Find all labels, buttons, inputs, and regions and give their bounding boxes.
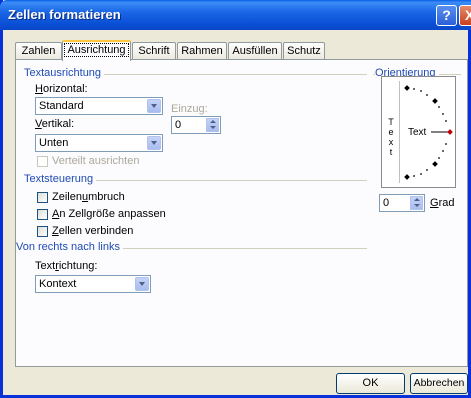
tab-schutz[interactable]: Schutz xyxy=(283,42,325,59)
title-bar[interactable]: Zellen formatieren ? X xyxy=(0,0,471,30)
tab-zahlen[interactable]: Zahlen xyxy=(15,42,62,59)
angle-handle xyxy=(447,129,453,135)
dial-marker-minus45 xyxy=(432,161,438,167)
verbinden-label: Zellen verbinden xyxy=(52,225,134,237)
einzug-spinner[interactable]: 0 xyxy=(171,116,221,134)
group-label-textsteuerung: Textsteuerung xyxy=(24,173,97,185)
einzug-label: Einzug: xyxy=(171,103,208,115)
zeilenumbruch-label: Zeilenumbruch xyxy=(52,191,125,203)
tab-ausrichtung[interactable]: Ausrichtung xyxy=(62,40,131,61)
close-button[interactable]: X xyxy=(459,5,471,26)
tab-ausfuellen[interactable]: Ausfüllen xyxy=(228,42,282,59)
einzug-value: 0 xyxy=(175,119,182,131)
window-title: Zellen formatieren xyxy=(8,7,121,22)
format-cells-dialog: Zellen formatieren ? X Zahlen Ausrichtun… xyxy=(0,0,471,398)
verbinden-checkbox[interactable] xyxy=(37,226,48,237)
tab-rahmen[interactable]: Rahmen xyxy=(177,42,227,59)
anpassen-label: An Zellgröße anpassen xyxy=(52,208,166,220)
vertikal-value: Unten xyxy=(39,137,69,149)
textrichtung-label: Textrichtung: xyxy=(35,260,98,272)
horizontal-label: Horizontal: xyxy=(35,83,88,95)
tab-schrift[interactable]: Schrift xyxy=(132,42,176,59)
dial-marker-minus90 xyxy=(404,174,410,180)
group-label-rtl: Von rechts nach links xyxy=(16,241,123,253)
dial-marker-45 xyxy=(432,98,438,104)
grad-value: 0 xyxy=(383,197,390,209)
orientation-dial[interactable]: Text xyxy=(400,79,456,187)
tab-panel-ausrichtung: Textausrichtung Horizontal: Standard Ein… xyxy=(15,59,468,367)
vertical-text-sample[interactable]: T e x t xyxy=(387,117,395,157)
help-button[interactable]: ? xyxy=(436,5,457,26)
horizontal-select[interactable]: Standard xyxy=(35,97,163,115)
anpassen-checkbox[interactable] xyxy=(37,209,48,220)
dial-marker-90 xyxy=(404,85,410,91)
chevron-down-icon[interactable] xyxy=(135,277,149,291)
verteilt-checkbox[interactable] xyxy=(37,156,48,167)
orientation-box[interactable]: T e x t Text xyxy=(381,76,456,188)
cancel-button[interactable]: Abbrechen xyxy=(410,373,468,394)
group-label-textausrichtung: Textausrichtung xyxy=(24,67,105,79)
chevron-down-icon[interactable] xyxy=(147,136,161,150)
zeilenumbruch-checkbox[interactable] xyxy=(37,192,48,203)
spin-arrows-icon[interactable] xyxy=(206,118,219,132)
ok-button[interactable]: OK xyxy=(336,373,405,394)
grad-spinner[interactable]: 0 xyxy=(379,194,425,212)
vertikal-label: Vertikal: xyxy=(35,118,75,130)
tab-ausrichtung-label: Ausrichtung xyxy=(64,43,129,57)
verteilt-label: Verteilt ausrichten xyxy=(52,155,140,167)
horizontal-value: Standard xyxy=(39,100,84,112)
textrichtung-select[interactable]: Kontext xyxy=(35,275,151,293)
textrichtung-value: Kontext xyxy=(39,278,77,290)
vertikal-select[interactable]: Unten xyxy=(35,134,163,152)
dial-text: Text xyxy=(408,127,427,138)
grad-label: Grad xyxy=(430,197,455,209)
chevron-down-icon[interactable] xyxy=(147,99,161,113)
spin-arrows-icon[interactable] xyxy=(410,196,423,210)
